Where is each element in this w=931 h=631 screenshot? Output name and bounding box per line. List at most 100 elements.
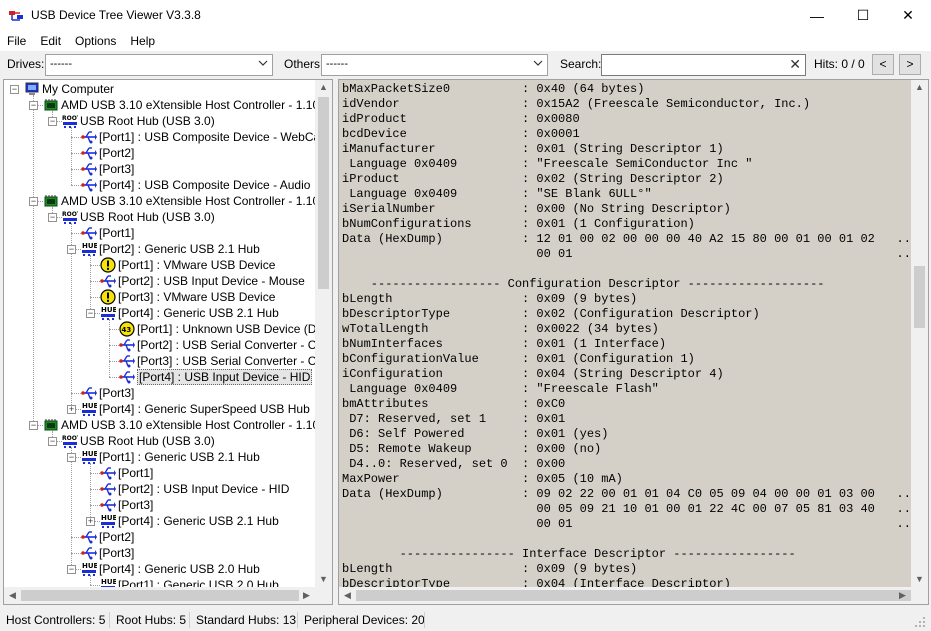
tree-item-label: [Port3] : VMware USB Device (118, 290, 276, 304)
tree-item[interactable]: [Port3] (81, 385, 134, 401)
hub-icon: HUB (100, 513, 118, 529)
tree-connector (109, 319, 110, 377)
descriptor-line: bConfigurationValue : 0x01 (Configuratio… (342, 352, 695, 366)
chevron-down-icon (258, 60, 268, 66)
tree-item[interactable]: HUB[Port4] : Generic USB 2.1 Hub (100, 305, 279, 321)
tree-item[interactable]: ROOTUSB Root Hub (USB 3.0) (62, 433, 215, 449)
tree-item[interactable]: [Port2] : USB Input Device - HID (100, 481, 289, 497)
tree-item[interactable]: [Port2] : USB Serial Converter - COM (119, 337, 332, 353)
warning-device-icon (100, 257, 116, 273)
tree-item[interactable]: HUB[Port2] : Generic USB 2.1 Hub (81, 241, 260, 257)
menu-help[interactable]: Help (123, 31, 162, 51)
details-horizontal-scrollbar[interactable]: ◀ ▶ (339, 587, 928, 604)
usb-device-icon (100, 497, 116, 513)
drives-dropdown[interactable]: ------ (45, 54, 273, 76)
tree-item[interactable]: [Port4] : USB Input Device - HID (119, 369, 313, 385)
details-scrollbar-thumb[interactable] (914, 266, 925, 328)
root-hub-icon: ROOT (62, 209, 82, 225)
tree-item[interactable]: HUB[Port4] : Generic USB 2.0 Hub (81, 561, 260, 577)
tree-item[interactable]: [Port1] : VMware USB Device (100, 257, 275, 273)
descriptor-details[interactable]: bMaxPacketSize0 : 0x40 (64 bytes) idVendo… (338, 79, 929, 605)
collapse-toggle-icon[interactable]: − (29, 197, 38, 206)
tree-item-label: [Port4] : Generic USB 2.0 Hub (99, 562, 260, 576)
expand-toggle-icon[interactable]: + (67, 405, 76, 414)
tree-item[interactable]: ROOTUSB Root Hub (USB 3.0) (62, 209, 215, 225)
menu-file[interactable]: File (0, 31, 33, 51)
scroll-up-arrow-icon[interactable]: ▲ (911, 82, 928, 92)
clear-search-icon[interactable]: ✕ (789, 56, 801, 73)
collapse-toggle-icon[interactable]: − (48, 117, 57, 126)
scroll-down-arrow-icon[interactable]: ▼ (911, 574, 928, 584)
tree-item[interactable]: [Port3] : USB Serial Converter - COM (119, 353, 332, 369)
tree-item[interactable]: [Port4] : USB Composite Device - Audio (81, 177, 310, 193)
collapse-toggle-icon[interactable]: − (29, 101, 38, 110)
usb-device-icon (119, 337, 135, 353)
scroll-right-arrow-icon[interactable]: ▶ (298, 590, 315, 601)
tree-item[interactable]: ROOTUSB Root Hub (USB 3.0) (62, 113, 215, 129)
usb-device-icon (119, 369, 135, 385)
expand-toggle-icon[interactable]: + (86, 517, 95, 526)
tree-item[interactable]: [Port2] : USB Input Device - Mouse (100, 273, 305, 289)
hub-icon: HUB (81, 561, 99, 577)
tree-item[interactable]: [Port1] (100, 465, 153, 481)
menu-edit[interactable]: Edit (33, 31, 68, 51)
hub-icon: HUB (81, 449, 99, 465)
tree-item[interactable]: My Computer (24, 81, 114, 97)
close-button[interactable]: ✕ (885, 0, 931, 31)
tree-scrollbar-thumb[interactable] (318, 97, 329, 289)
svg-text:HUB: HUB (82, 450, 97, 458)
collapse-toggle-icon[interactable]: − (67, 453, 76, 462)
collapse-toggle-icon[interactable]: − (67, 565, 76, 574)
tree-item-label: My Computer (42, 82, 115, 96)
tree-item[interactable]: [Port3] (81, 545, 134, 561)
tree-connector (71, 553, 81, 554)
collapse-toggle-icon[interactable]: − (48, 213, 57, 222)
tree-item[interactable]: HUB[Port4] : Generic SuperSpeed USB Hub (81, 401, 310, 417)
previous-hit-button[interactable]: < (872, 54, 894, 75)
tree-item[interactable]: 43 [Port1] : Unknown USB Device (Dev (119, 321, 329, 337)
tree-item[interactable]: [Port2] (81, 529, 134, 545)
menu-options[interactable]: Options (68, 31, 123, 51)
resize-grip-icon[interactable] (914, 616, 926, 628)
tree-item[interactable]: [Port3] : VMware USB Device (100, 289, 275, 305)
tree-item[interactable]: AMD USB 3.10 eXtensible Host Controller … (43, 97, 332, 113)
tree-item[interactable]: [Port3] (81, 161, 134, 177)
collapse-toggle-icon[interactable]: − (29, 421, 38, 430)
scroll-down-arrow-icon[interactable]: ▼ (315, 574, 332, 584)
descriptor-line: Language 0x0409 : "Freescale SemiConduct… (342, 157, 753, 171)
tree-item[interactable]: [Port1] (81, 225, 134, 241)
tree-item[interactable]: HUB[Port4] : Generic USB 2.1 Hub (100, 513, 279, 529)
tree-item[interactable]: [Port1] : USB Composite Device - WebCamA (81, 129, 332, 145)
tree-vertical-scrollbar[interactable]: ▲ ▼ (315, 80, 332, 587)
status-host-controllers: Host Controllers: 5 (6, 613, 106, 627)
tree-item[interactable]: [Port2] (81, 145, 134, 161)
tree-item[interactable]: [Port3] (100, 497, 153, 513)
host-controller-icon (43, 97, 59, 113)
details-vertical-scrollbar[interactable]: ▲ ▼ (911, 80, 928, 587)
details-hscroll-thumb[interactable] (356, 590, 911, 601)
scroll-right-arrow-icon[interactable]: ▶ (894, 590, 911, 601)
descriptor-line: wTotalLength : 0x0022 (34 bytes) (342, 322, 659, 336)
tree-connector (71, 137, 81, 138)
minimize-button[interactable]: — (794, 0, 840, 31)
descriptor-line: bNumInterfaces : 0x01 (1 Interface) (342, 337, 667, 351)
scroll-up-arrow-icon[interactable]: ▲ (315, 82, 332, 92)
others-dropdown[interactable]: ------ (321, 54, 548, 76)
tree-item[interactable]: AMD USB 3.10 eXtensible Host Controller … (43, 417, 332, 433)
collapse-toggle-icon[interactable]: − (48, 437, 57, 446)
collapse-toggle-icon[interactable]: − (10, 85, 19, 94)
search-input[interactable]: ✕ (601, 54, 806, 76)
scroll-left-arrow-icon[interactable]: ◀ (4, 590, 21, 601)
next-hit-button[interactable]: > (899, 54, 921, 75)
scroll-left-arrow-icon[interactable]: ◀ (339, 590, 356, 601)
maximize-button[interactable]: ☐ (840, 0, 886, 31)
tree-hscroll-thumb[interactable] (21, 590, 299, 601)
device-tree[interactable]: My Computer − AMD USB 3.10 eXtensible Host… (3, 79, 333, 605)
tree-item-label: USB Root Hub (USB 3.0) (80, 210, 215, 224)
collapse-toggle-icon[interactable]: − (67, 245, 76, 254)
collapse-toggle-icon[interactable]: − (86, 309, 95, 318)
tree-horizontal-scrollbar[interactable]: ◀ ▶ (4, 587, 332, 604)
tree-item[interactable]: HUB[Port1] : Generic USB 2.1 Hub (81, 449, 260, 465)
tree-item[interactable]: AMD USB 3.10 eXtensible Host Controller … (43, 193, 332, 209)
tree-item-label: [Port3] (99, 386, 135, 400)
